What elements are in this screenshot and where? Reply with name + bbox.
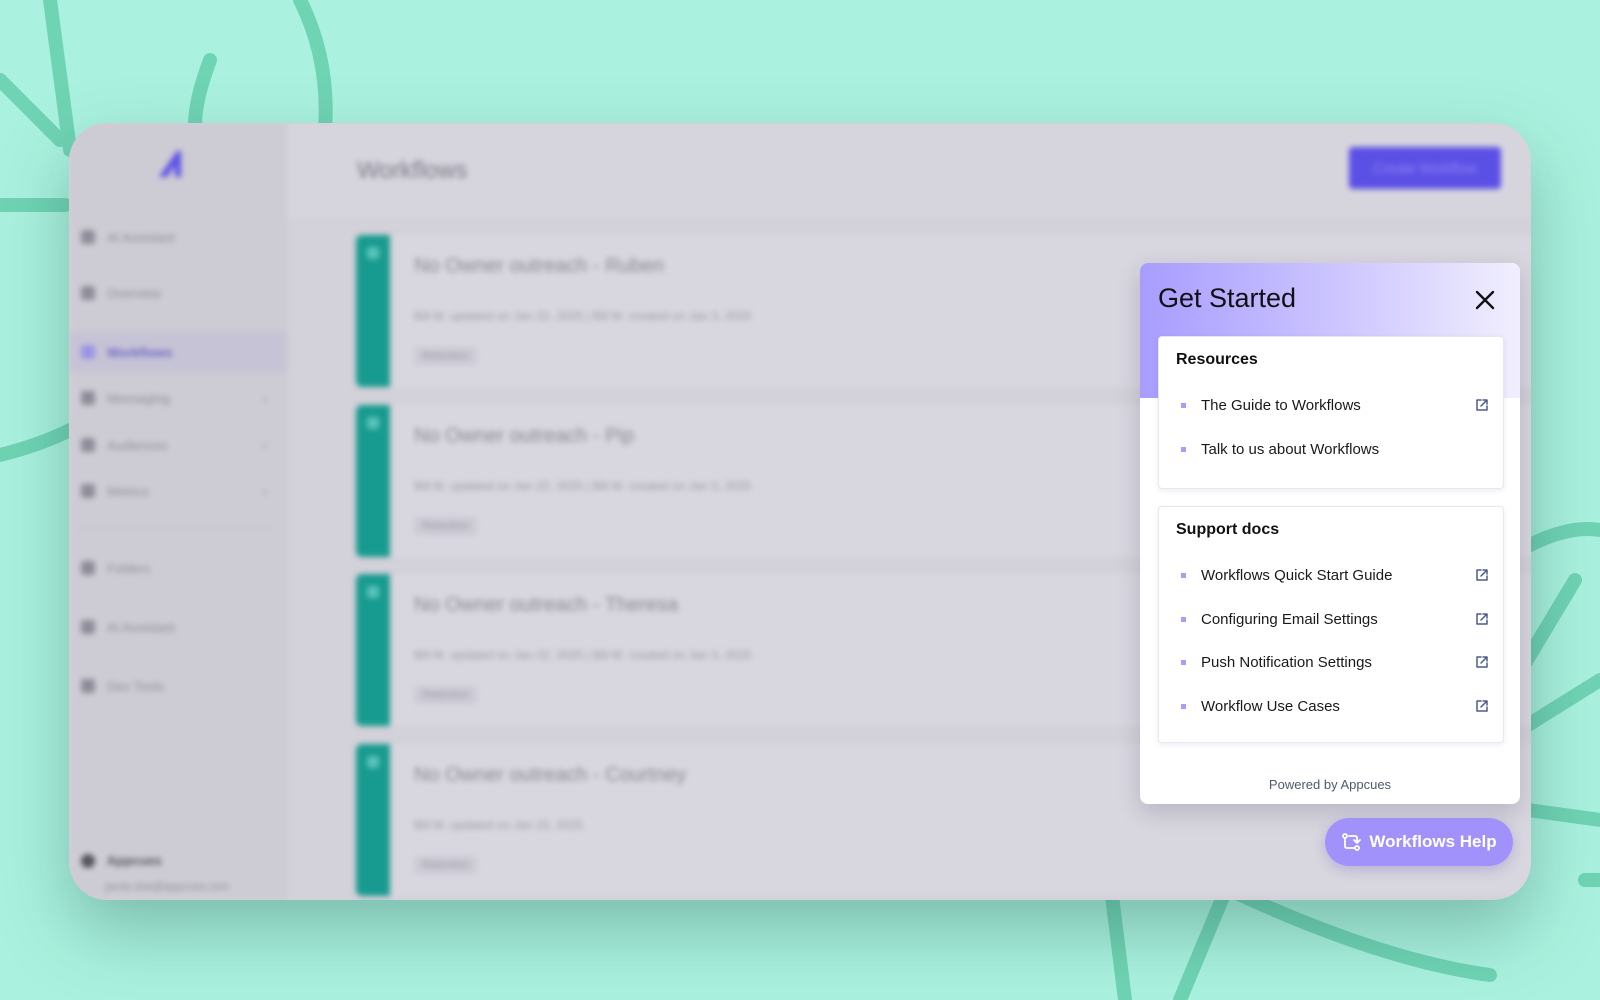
doc-link-push-notification-settings[interactable]: Push Notification Settings: [1159, 647, 1503, 677]
sidebar-item-audiences[interactable]: Audiences ›: [81, 435, 267, 455]
workflow-meta: Bill M. updated on Jan 22, 2025: [414, 818, 583, 832]
robot-icon: [81, 620, 95, 634]
section-title: Support docs: [1176, 521, 1280, 538]
sidebar-item-overview[interactable]: Overview: [81, 283, 267, 303]
link-label: Talk to us about Workflows: [1201, 441, 1380, 458]
get-started-panel: Get Started Resources The Guide to Workf…: [1140, 263, 1520, 804]
sidebar-item-folders[interactable]: Folders: [81, 558, 267, 578]
bullet-icon: [1181, 704, 1186, 709]
bullet-icon: [1181, 617, 1186, 622]
workflow-icon: [81, 345, 95, 359]
close-icon: [1475, 290, 1495, 310]
sidebar-item-dev-tools[interactable]: Dev Tools: [81, 676, 267, 696]
panel-title: Get Started: [1158, 283, 1297, 313]
workflow-title: No Owner outreach - Pip: [414, 425, 635, 447]
users-icon: [81, 438, 95, 452]
workflow-meta: Bill M. updated on Jan 22, 2025 | Bill M…: [414, 648, 752, 662]
doc-link-email-settings[interactable]: Configuring Email Settings: [1159, 604, 1503, 634]
launcher-label: Workflows Help: [1369, 832, 1497, 851]
close-button[interactable]: [1468, 283, 1502, 317]
sidebar-item-ai-assistant[interactable]: AI Assistant: [81, 227, 267, 247]
sidebar-item-label: Messaging: [107, 390, 170, 406]
external-link-icon: [1476, 613, 1488, 625]
workflow-tag: Retention: [414, 686, 478, 704]
link-label: Configuring Email Settings: [1201, 611, 1378, 628]
workflow-icon: [1342, 833, 1362, 851]
main-header: [287, 123, 1531, 218]
account-avatar: [81, 853, 95, 868]
code-icon: [81, 679, 95, 693]
link-label: Workflow Use Cases: [1201, 698, 1340, 715]
powered-by-appcues[interactable]: Powered by Appcues: [1140, 777, 1520, 792]
workflow-meta: Bill M. updated on Jan 22, 2025 | Bill M…: [414, 309, 752, 323]
chevron-right-icon: ›: [262, 483, 267, 499]
page-title: Workflows: [357, 157, 468, 184]
sidebar-item-label: Dev Tools: [107, 678, 164, 694]
external-link-icon: [1476, 569, 1488, 581]
sidebar-item-label: Workflows: [107, 344, 173, 360]
external-link-icon: [1476, 656, 1488, 668]
folder-icon: [81, 561, 95, 575]
bullet-icon: [1181, 573, 1186, 578]
grid-icon: [81, 286, 95, 300]
sidebar-item-messaging[interactable]: Messaging ›: [81, 388, 267, 408]
sidebar: AI Assistant Overview Workflows Messagin…: [69, 123, 287, 900]
sidebar-item-label: AI Assistant: [107, 229, 175, 245]
workflow-title: No Owner outreach - Theresa: [414, 594, 679, 616]
bullet-icon: [1181, 403, 1186, 408]
external-link-icon: [1476, 399, 1488, 411]
sidebar-item-metrics[interactable]: Metrics ›: [81, 481, 267, 501]
sidebar-item-ai-assistant-secondary[interactable]: AI Assistant: [81, 617, 267, 637]
workflow-tag: Retention: [414, 517, 478, 535]
workflow-meta: Bill M. updated on Jan 22, 2025 | Bill M…: [414, 479, 752, 493]
sparkle-icon: [81, 230, 95, 244]
workflow-status-strip: [356, 235, 390, 387]
workflow-status-strip: [356, 744, 390, 896]
workflow-tag: Retention: [414, 347, 478, 365]
resources-section: Resources The Guide to Workflows Talk to…: [1158, 336, 1504, 489]
sidebar-item-workflows[interactable]: Workflows: [81, 342, 267, 362]
sidebar-item-label: Folders: [107, 560, 151, 576]
account-name: Appcues: [107, 853, 162, 868]
workflow-status-strip: [356, 405, 390, 557]
sidebar-item-label: Metrics: [107, 483, 149, 499]
workflow-title: No Owner outreach - Ruben: [414, 255, 665, 277]
link-label: Push Notification Settings: [1201, 654, 1372, 671]
resource-link-guide-to-workflows[interactable]: The Guide to Workflows: [1159, 390, 1503, 420]
account-email: jamie.doe@appcues.com: [105, 881, 230, 893]
chat-icon: [81, 391, 95, 405]
chevron-right-icon: ›: [262, 390, 267, 406]
link-label: Workflows Quick Start Guide: [1201, 567, 1393, 584]
workflow-title: No Owner outreach - Courtney: [414, 764, 687, 786]
external-link-icon: [1476, 700, 1488, 712]
chevron-right-icon: ›: [262, 437, 267, 453]
workflow-status-strip: [356, 574, 390, 726]
workflow-tag: Retention: [414, 856, 478, 874]
workflows-help-launcher-button[interactable]: Workflows Help: [1325, 818, 1513, 866]
chart-icon: [81, 484, 95, 498]
sidebar-divider: [81, 528, 271, 529]
appcues-logo-icon: [159, 151, 181, 177]
link-label: The Guide to Workflows: [1201, 397, 1361, 414]
sidebar-item-label: Audiences: [107, 437, 168, 453]
sidebar-item-label: Overview: [107, 285, 162, 301]
sidebar-account[interactable]: Appcues: [81, 853, 162, 868]
bullet-icon: [1181, 660, 1186, 665]
create-workflow-button[interactable]: Create Workflow: [1349, 147, 1501, 189]
doc-link-workflow-use-cases[interactable]: Workflow Use Cases: [1159, 691, 1503, 721]
doc-link-quick-start-guide[interactable]: Workflows Quick Start Guide: [1159, 560, 1503, 590]
bullet-icon: [1181, 447, 1186, 452]
section-title: Resources: [1176, 351, 1258, 368]
sidebar-item-label: AI Assistant: [107, 619, 175, 635]
support-docs-section: Support docs Workflows Quick Start Guide…: [1158, 506, 1504, 743]
resource-link-talk-to-us[interactable]: Talk to us about Workflows: [1159, 434, 1503, 464]
